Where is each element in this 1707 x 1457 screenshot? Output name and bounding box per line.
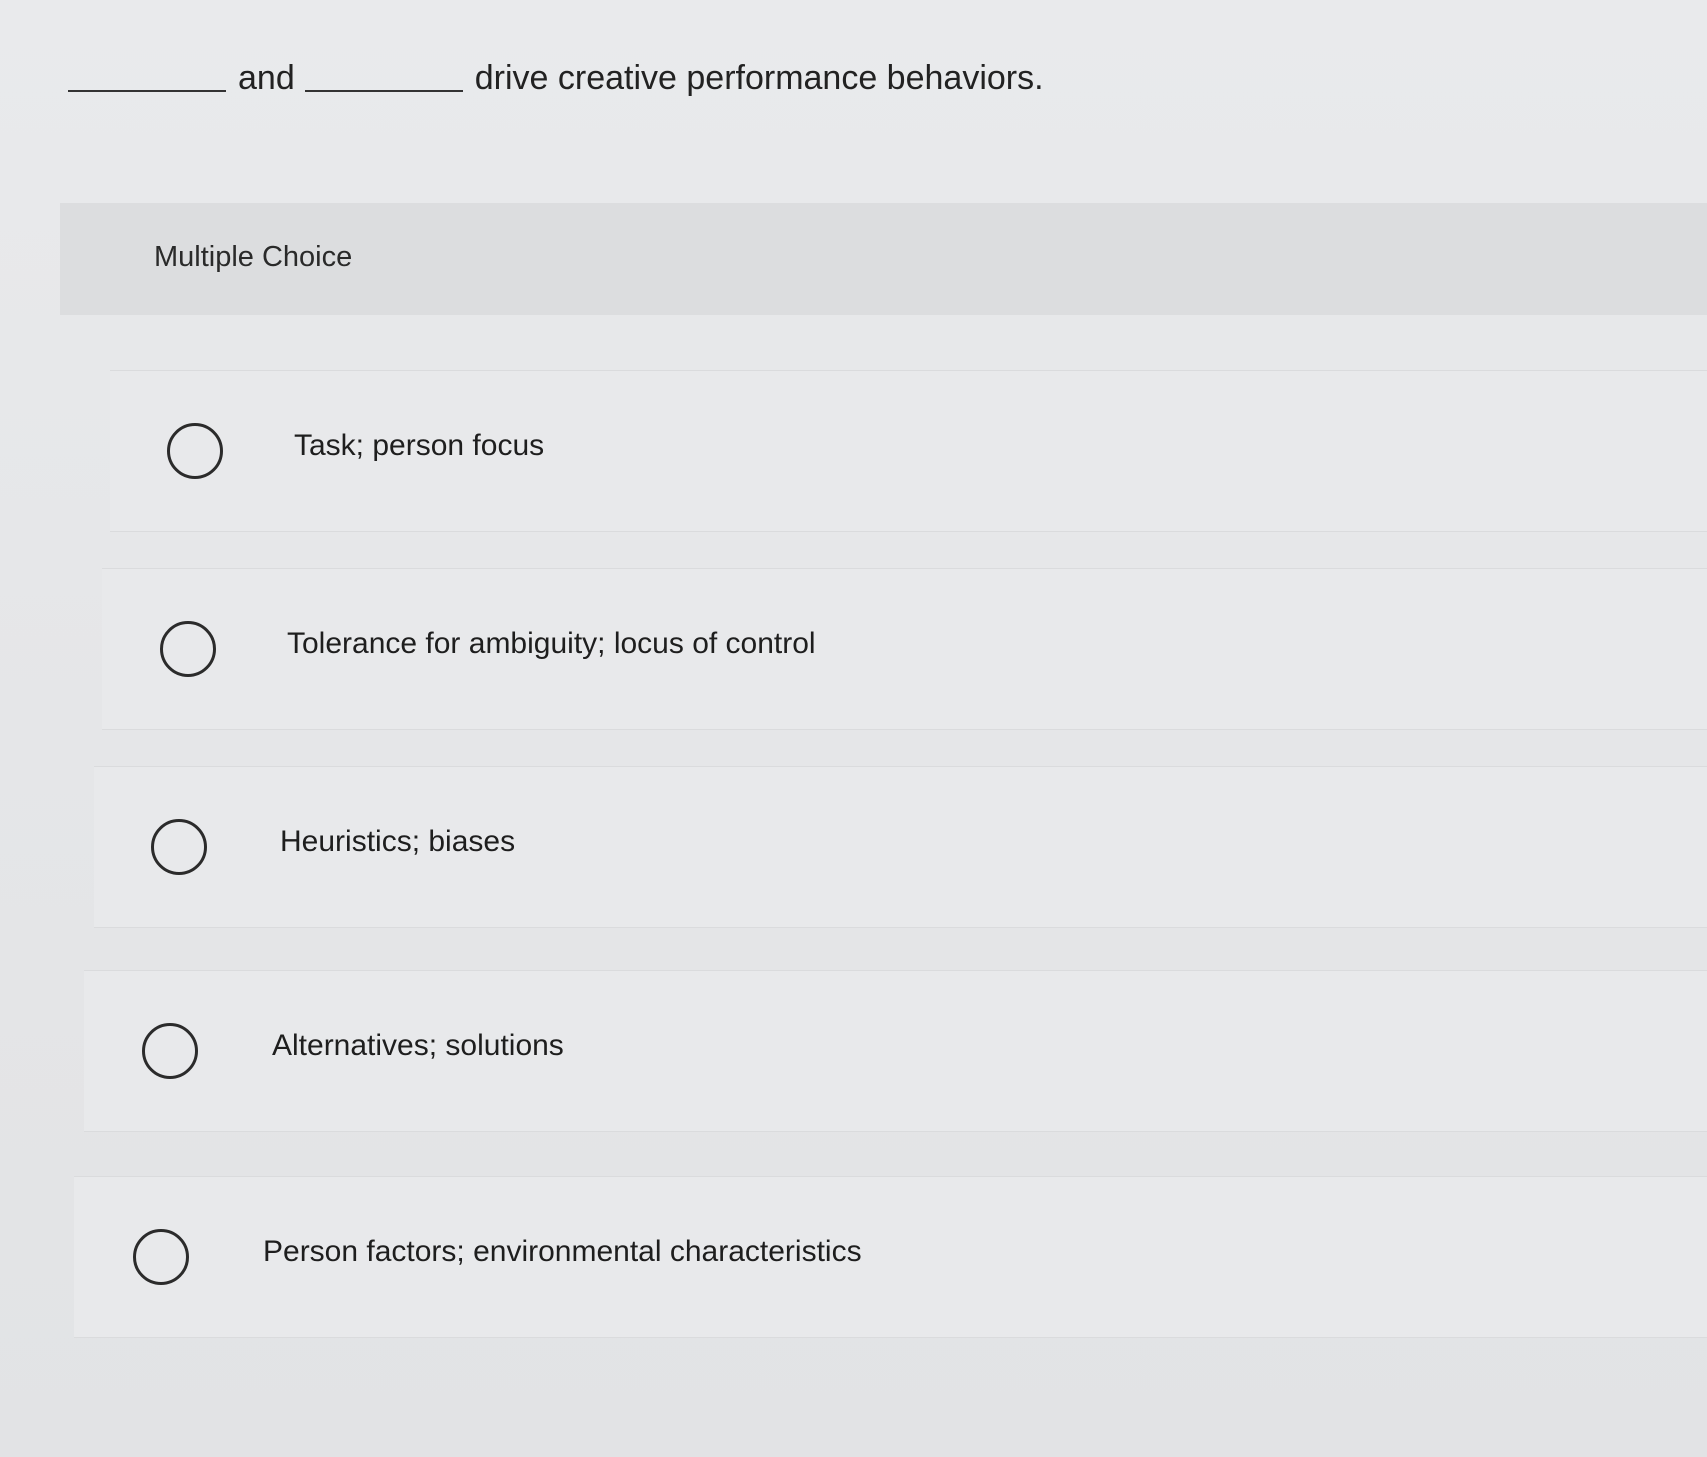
answer-option-label: Tolerance for ambiguity; locus of contro… xyxy=(287,627,816,660)
question-text: drive creative performance behaviors. xyxy=(474,59,1044,97)
answer-option-label: Heuristics; biases xyxy=(280,825,516,858)
answer-option-4[interactable]: Alternatives; solutions xyxy=(84,970,1707,1132)
radio-button-icon[interactable] xyxy=(133,1229,189,1285)
radio-button-icon[interactable] xyxy=(160,621,216,677)
answer-option-5[interactable]: Person factors; environmental characteri… xyxy=(74,1176,1707,1338)
radio-button-icon[interactable] xyxy=(151,819,207,875)
answer-option-1[interactable]: Task; person focus xyxy=(110,370,1707,532)
quiz-page: and drive creative performance behaviors… xyxy=(0,0,1707,1457)
answer-blank-2 xyxy=(304,90,463,92)
answer-option-label: Alternatives; solutions xyxy=(272,1029,564,1062)
question-stem: and drive creative performance behaviors… xyxy=(68,40,1044,100)
answer-option-label: Person factors; environmental characteri… xyxy=(263,1235,862,1268)
question-type-title: Multiple Choice xyxy=(154,241,353,273)
radio-button-icon[interactable] xyxy=(142,1023,198,1079)
answer-blank-1 xyxy=(68,90,226,92)
question-conjunction: and xyxy=(238,59,295,97)
answer-option-2[interactable]: Tolerance for ambiguity; locus of contro… xyxy=(102,568,1707,730)
answer-option-3[interactable]: Heuristics; biases xyxy=(94,766,1707,928)
answer-option-label: Task; person focus xyxy=(294,429,545,462)
radio-button-icon[interactable] xyxy=(167,423,223,479)
question-type-header: Multiple Choice xyxy=(60,203,1707,315)
